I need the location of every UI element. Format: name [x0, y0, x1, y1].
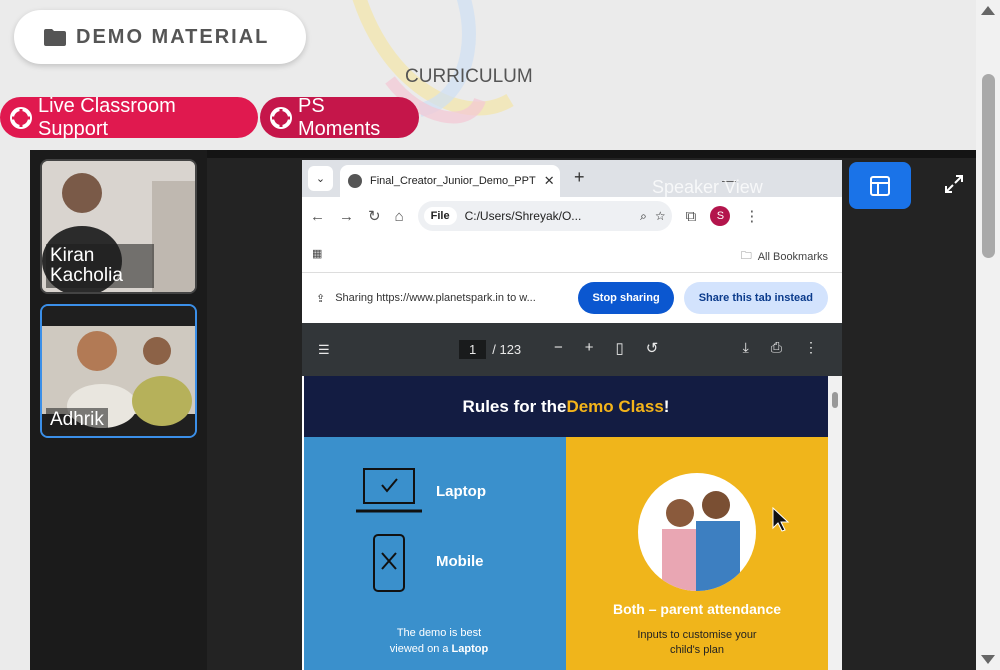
all-bookmarks-label: All Bookmarks: [757, 250, 828, 263]
slide-title-suffix: !: [663, 396, 670, 416]
rotate-icon[interactable]: ↺: [646, 339, 659, 357]
demo-material-label: DEMO MATERIAL: [76, 25, 270, 48]
all-bookmarks-button[interactable]: 🗀 All Bookmarks: [741, 247, 828, 266]
cursor-icon: [772, 507, 790, 532]
more-options-icon[interactable]: ⋮: [744, 207, 759, 225]
participant-name: Kiran Kacholia: [46, 244, 154, 288]
fit-page-icon[interactable]: ▯: [616, 339, 624, 357]
pdf-slide: Rules for the Demo Class! Laptop Mobile …: [304, 376, 828, 670]
close-icon[interactable]: ✕: [544, 173, 555, 189]
scroll-up-arrow[interactable]: [981, 6, 995, 15]
globe-icon: [348, 174, 362, 188]
profile-avatar[interactable]: S: [710, 206, 731, 226]
ps-moments-button[interactable]: PS Moments: [260, 94, 419, 140]
zoom-in-icon[interactable]: +: [585, 339, 594, 357]
new-tab-button[interactable]: +: [574, 167, 585, 188]
address-toolbar: ← → ↻ ⌂ File C:/Users/Shreyak/O... ⌕ ☆ ⧉…: [302, 197, 842, 235]
layout-icon: [870, 175, 890, 196]
bookmarks-bar: ▦ 🗀 All Bookmarks: [302, 235, 842, 273]
layout-toggle-button[interactable]: [849, 162, 911, 209]
menu-icon[interactable]: ☰: [318, 342, 330, 358]
current-page-input[interactable]: 1: [459, 340, 487, 359]
address-text: C:/Users/Shreyak/O...: [464, 209, 582, 223]
forward-icon[interactable]: →: [339, 208, 354, 225]
page-scrollbar[interactable]: [976, 0, 1000, 670]
slide-title-prefix: Rules for the: [462, 396, 567, 416]
slide-title: Rules for the Demo Class!: [304, 376, 828, 437]
parent-panel: Both – parent attendance Inputs to custo…: [566, 437, 828, 670]
download-icon[interactable]: ⤓: [743, 339, 749, 356]
demo-note-line2: viewed on a: [389, 643, 452, 655]
home-icon[interactable]: ⌂: [395, 208, 404, 225]
mobile-icon: [373, 534, 405, 592]
pdf-actions: ⤓ ⎙ ⋮: [743, 339, 818, 356]
lifebuoy-icon: [10, 106, 32, 129]
both-parent-label: Both – parent attendance: [612, 601, 782, 617]
more-options-icon[interactable]: ⋮: [804, 339, 818, 356]
ps-moments-label: PS Moments: [298, 94, 381, 140]
page-indicator: 1 / 123: [459, 340, 521, 359]
live-classroom-support-label: Live Classroom Support: [38, 94, 176, 140]
participant-sidebar: Kiran Kacholia Adhrik: [30, 150, 207, 670]
share-this-tab-button[interactable]: Share this tab instead: [683, 282, 828, 314]
stop-sharing-button[interactable]: Stop sharing: [578, 282, 674, 314]
back-icon[interactable]: ←: [310, 208, 325, 225]
tab-title: Final_Creator_Junior_Demo_PPT: [370, 175, 536, 187]
participant-tile[interactable]: Kiran Kacholia: [40, 159, 197, 294]
print-icon[interactable]: ⎙: [771, 339, 782, 356]
pdf-toolbar: ☰ 1 / 123 − + ▯ ↺ ⤓ ⎙ ⋮: [302, 323, 842, 376]
pdf-scroll-thumb[interactable]: [832, 392, 838, 408]
total-pages: / 123: [492, 342, 522, 357]
bookmark-star-icon[interactable]: ☆: [655, 209, 666, 223]
page-scroll-thumb[interactable]: [982, 74, 995, 258]
live-classroom-support-button[interactable]: Live Classroom Support: [0, 94, 258, 140]
participant-name: Adhrik: [46, 408, 108, 432]
demo-note-line1: The demo is best: [396, 627, 482, 639]
reload-icon[interactable]: ↻: [368, 207, 381, 225]
laptop-icon: [356, 468, 422, 513]
folder-icon: 🗀: [740, 250, 752, 262]
device-panel: Laptop Mobile The demo is best viewed on…: [304, 437, 566, 670]
laptop-label: Laptop: [436, 483, 486, 500]
file-chip: File: [423, 207, 457, 225]
apps-grid-icon[interactable]: ▦: [312, 247, 322, 260]
slide-title-highlight: Demo Class: [566, 396, 664, 416]
shared-browser-window: ⌄ Final_Creator_Junior_Demo_PPT ✕ + — ← …: [302, 160, 842, 670]
lifebuoy-icon: [270, 106, 292, 129]
browser-tab[interactable]: Final_Creator_Junior_Demo_PPT ✕: [340, 165, 560, 197]
demo-note-bold: Laptop: [451, 643, 489, 655]
zoom-out-icon[interactable]: −: [554, 339, 563, 357]
parents-photo: [638, 473, 756, 591]
tab-search-button[interactable]: ⌄: [308, 166, 333, 191]
address-bar[interactable]: File C:/Users/Shreyak/O... ⌕ ☆: [417, 201, 672, 231]
sharing-infobar: ⇪ Sharing https://www.planetspark.in to …: [302, 273, 842, 323]
mobile-label: Mobile: [436, 553, 484, 570]
chevron-down-icon: ⌄: [315, 173, 326, 185]
speaker-view-label: Speaker View: [652, 177, 763, 197]
zoom-icon[interactable]: ⌕: [640, 209, 647, 224]
pdf-scrollbar[interactable]: [828, 376, 842, 670]
fullscreen-icon[interactable]: [942, 172, 966, 196]
extensions-icon[interactable]: ⧉: [686, 208, 697, 225]
folder-icon: [44, 29, 66, 46]
pdf-zoom-tools: − + ▯ ↺: [554, 339, 658, 357]
inputs-note: Inputs to customise your child's plan: [566, 628, 828, 658]
participant-tile[interactable]: Adhrik: [40, 304, 197, 438]
inputs-line2: child's plan: [669, 644, 725, 656]
inputs-line1: Inputs to customise your: [637, 629, 757, 641]
demo-note: The demo is best viewed on a Laptop: [364, 625, 514, 657]
sharing-text: Sharing https://www.planetspark.in to w.…: [335, 292, 536, 304]
screen-share-icon: ⇪: [316, 292, 326, 305]
curriculum-link[interactable]: CURRICULUM: [405, 66, 533, 88]
scroll-down-arrow[interactable]: [981, 655, 995, 664]
demo-material-button[interactable]: DEMO MATERIAL: [14, 10, 306, 64]
